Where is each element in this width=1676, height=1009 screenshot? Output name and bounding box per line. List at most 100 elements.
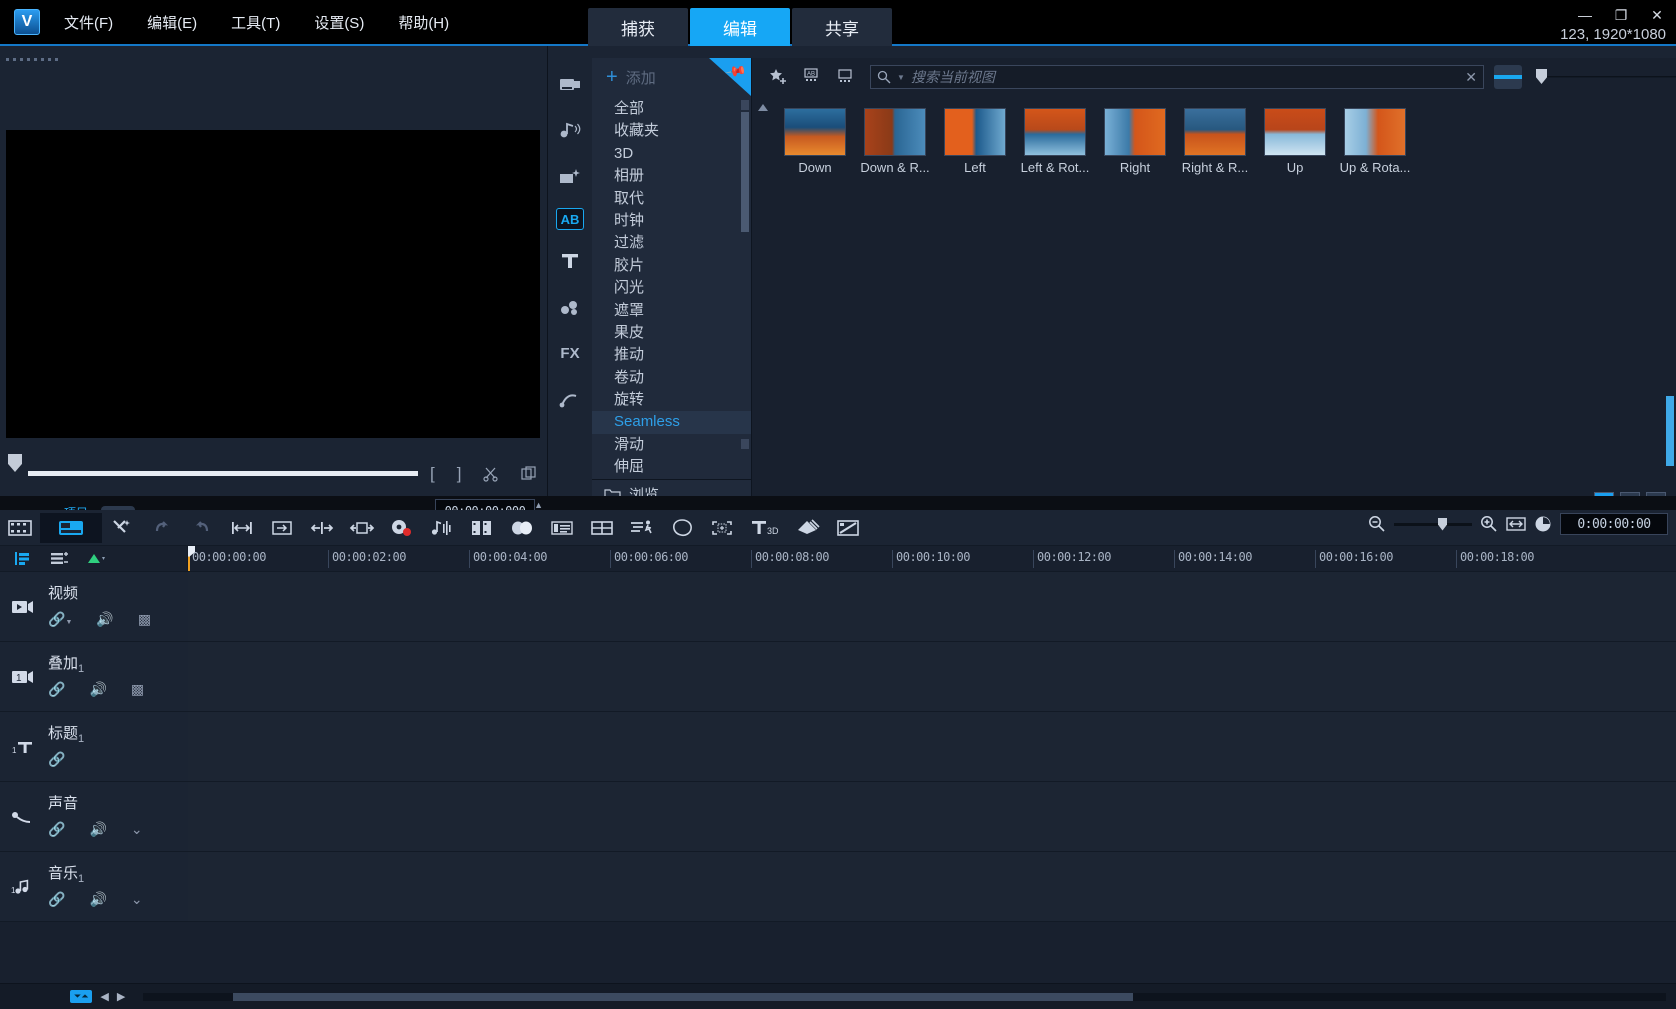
fit-to-window-button[interactable] [1506,516,1526,532]
thumbnail-size-slider[interactable] [1536,65,1676,89]
scroll-thumb[interactable] [741,112,749,232]
scrollbar-thumb[interactable] [233,993,1133,1001]
slider-track[interactable] [1546,76,1676,78]
preview-drag-handle[interactable] [0,46,547,58]
scroll-range-badge[interactable]: ⏷⏶ [70,990,92,1003]
category-item-16[interactable]: 伸屈 [592,456,751,478]
transition-item-right-rotate[interactable]: Right & R... [1176,108,1254,175]
tab-share[interactable]: 共享 [792,8,892,46]
scrubber-handle-icon[interactable] [8,454,22,472]
ripple-edit-button[interactable] [262,513,302,543]
transition-item-up[interactable]: Up [1256,108,1334,175]
category-item-0[interactable]: 全部 [592,98,751,120]
redo-button[interactable] [182,513,222,543]
add-remove-track-button[interactable] [50,551,70,566]
category-item-10[interactable]: 果皮 [592,322,751,344]
track-content-area[interactable] [188,712,1676,781]
link-toggle-icon[interactable]: 🔗 [48,751,65,768]
multi-trim-button[interactable] [462,513,502,543]
zoom-slider[interactable] [1394,523,1472,526]
audio-mixer-button[interactable] [422,513,462,543]
track-header[interactable]: 视频 🔗▼ 🔊 ▩ [0,572,188,641]
category-item-8[interactable]: 闪光 [592,277,751,299]
zoom-out-button[interactable] [1368,515,1386,533]
mute-toggle-icon[interactable]: 🔊 [89,681,106,698]
scroll-left-button[interactable]: ◀ [100,990,108,1003]
category-item-7[interactable]: 胶片 [592,255,751,277]
path-tab-icon[interactable] [553,384,587,414]
menu-help[interactable]: 帮助(H) [392,8,455,37]
track-manager-button[interactable] [14,551,34,566]
link-toggle-icon[interactable]: 🔗 [48,891,65,908]
mute-toggle-icon[interactable]: 🔊 [89,821,106,838]
expand-button[interactable] [342,513,382,543]
category-item-6[interactable]: 过滤 [592,232,751,254]
category-item-5[interactable]: 时钟 [592,210,751,232]
capture-snapshot-icon[interactable] [521,466,537,482]
list-view-button[interactable] [1494,65,1522,89]
show-subfolder-items-icon[interactable]: AB [796,63,830,91]
category-item-12[interactable]: 卷动 [592,367,751,389]
mark-in-icon[interactable]: [ [430,464,435,484]
time-ruler[interactable]: 00:00:00:00 00:00:02:00 00:00:04:00 00:0… [188,546,1676,571]
motion-tracking-button[interactable] [502,513,542,543]
category-item-9[interactable]: 遮罩 [592,300,751,322]
menu-tools[interactable]: 工具(T) [225,8,286,37]
link-toggle-icon[interactable]: 🔗 [48,681,65,698]
add-to-favorites-icon[interactable] [762,63,796,91]
audio-tab-icon[interactable] [553,116,587,146]
menu-file[interactable]: 文件(F) [58,8,119,37]
fade-toggle-icon[interactable]: ⌄ [131,821,143,838]
link-toggle-icon[interactable]: 🔗▼ [48,611,72,628]
category-item-3[interactable]: 相册 [592,165,751,187]
timeline-timecode[interactable]: 0:00:00:00 [1560,513,1668,535]
screen-capture-button[interactable] [828,513,868,543]
scroll-up-button[interactable] [741,100,749,110]
scroll-down-button[interactable] [741,439,749,449]
transition-item-down-rotate[interactable]: Down & R... [856,108,934,175]
subtitle-editor-button[interactable] [542,513,582,543]
maximize-icon[interactable]: ❐ [1610,6,1632,24]
playhead[interactable] [188,546,190,571]
track-header[interactable]: 1 音乐1 🔗 🔊 ⌄ [0,852,188,921]
grid-scroll-up-button[interactable] [758,104,768,120]
slider-handle-icon[interactable] [1536,69,1547,84]
tracking-button[interactable] [702,513,742,543]
split-screen-button[interactable] [582,513,622,543]
search-bar[interactable]: ▼ 搜索当前视图 ✕ [870,65,1484,89]
link-toggle-icon[interactable]: 🔗 [48,821,65,838]
undo-button[interactable] [142,513,182,543]
timeline-horizontal-scrollbar[interactable] [143,993,1666,1001]
track-fx-icon[interactable]: ▩ [131,681,144,698]
timeline-view-button[interactable] [40,513,102,543]
transition-tab-icon[interactable]: AB [556,208,584,230]
track-content-area[interactable] [188,852,1676,921]
category-item-4[interactable]: 取代 [592,188,751,210]
tab-edit[interactable]: 编辑 [690,8,790,46]
track-header[interactable]: 1 叠加1 🔗 🔊 ▩ [0,642,188,711]
zoom-in-button[interactable] [1480,515,1498,533]
category-item-15[interactable]: 滑动 [592,434,751,456]
title-3d-button[interactable]: 3D [742,513,788,543]
media-tab-icon[interactable] [553,70,587,100]
motion-button[interactable] [622,513,662,543]
import-media-icon[interactable] [830,63,864,91]
graphic-tab-icon[interactable] [553,292,587,322]
category-item-seamless[interactable]: Seamless [592,411,751,433]
storyboard-view-button[interactable] [0,513,40,543]
track-content-area[interactable] [188,782,1676,851]
transition-item-right[interactable]: Right [1096,108,1174,175]
zoom-slider-handle-icon[interactable] [1438,518,1447,531]
mask-creator-button[interactable] [662,513,702,543]
track-header[interactable]: 1 标题1 🔗 [0,712,188,781]
title-effects-tab-icon[interactable] [553,162,587,192]
mute-toggle-icon[interactable]: 🔊 [89,891,106,908]
mix-tools-button[interactable] [102,513,142,543]
menu-settings[interactable]: 设置(S) [308,8,370,37]
filter-tab-icon[interactable]: FX [553,338,587,368]
transition-item-down[interactable]: Down [776,108,854,175]
mark-out-icon[interactable]: ] [457,464,462,484]
category-list-scrollbar[interactable] [741,100,749,449]
track-content-area[interactable] [188,642,1676,711]
library-category-list[interactable]: 全部 收藏夹 3D 相册 取代 时钟 过滤 胶片 闪光 遮罩 果皮 推动 卷动 … [592,96,751,479]
